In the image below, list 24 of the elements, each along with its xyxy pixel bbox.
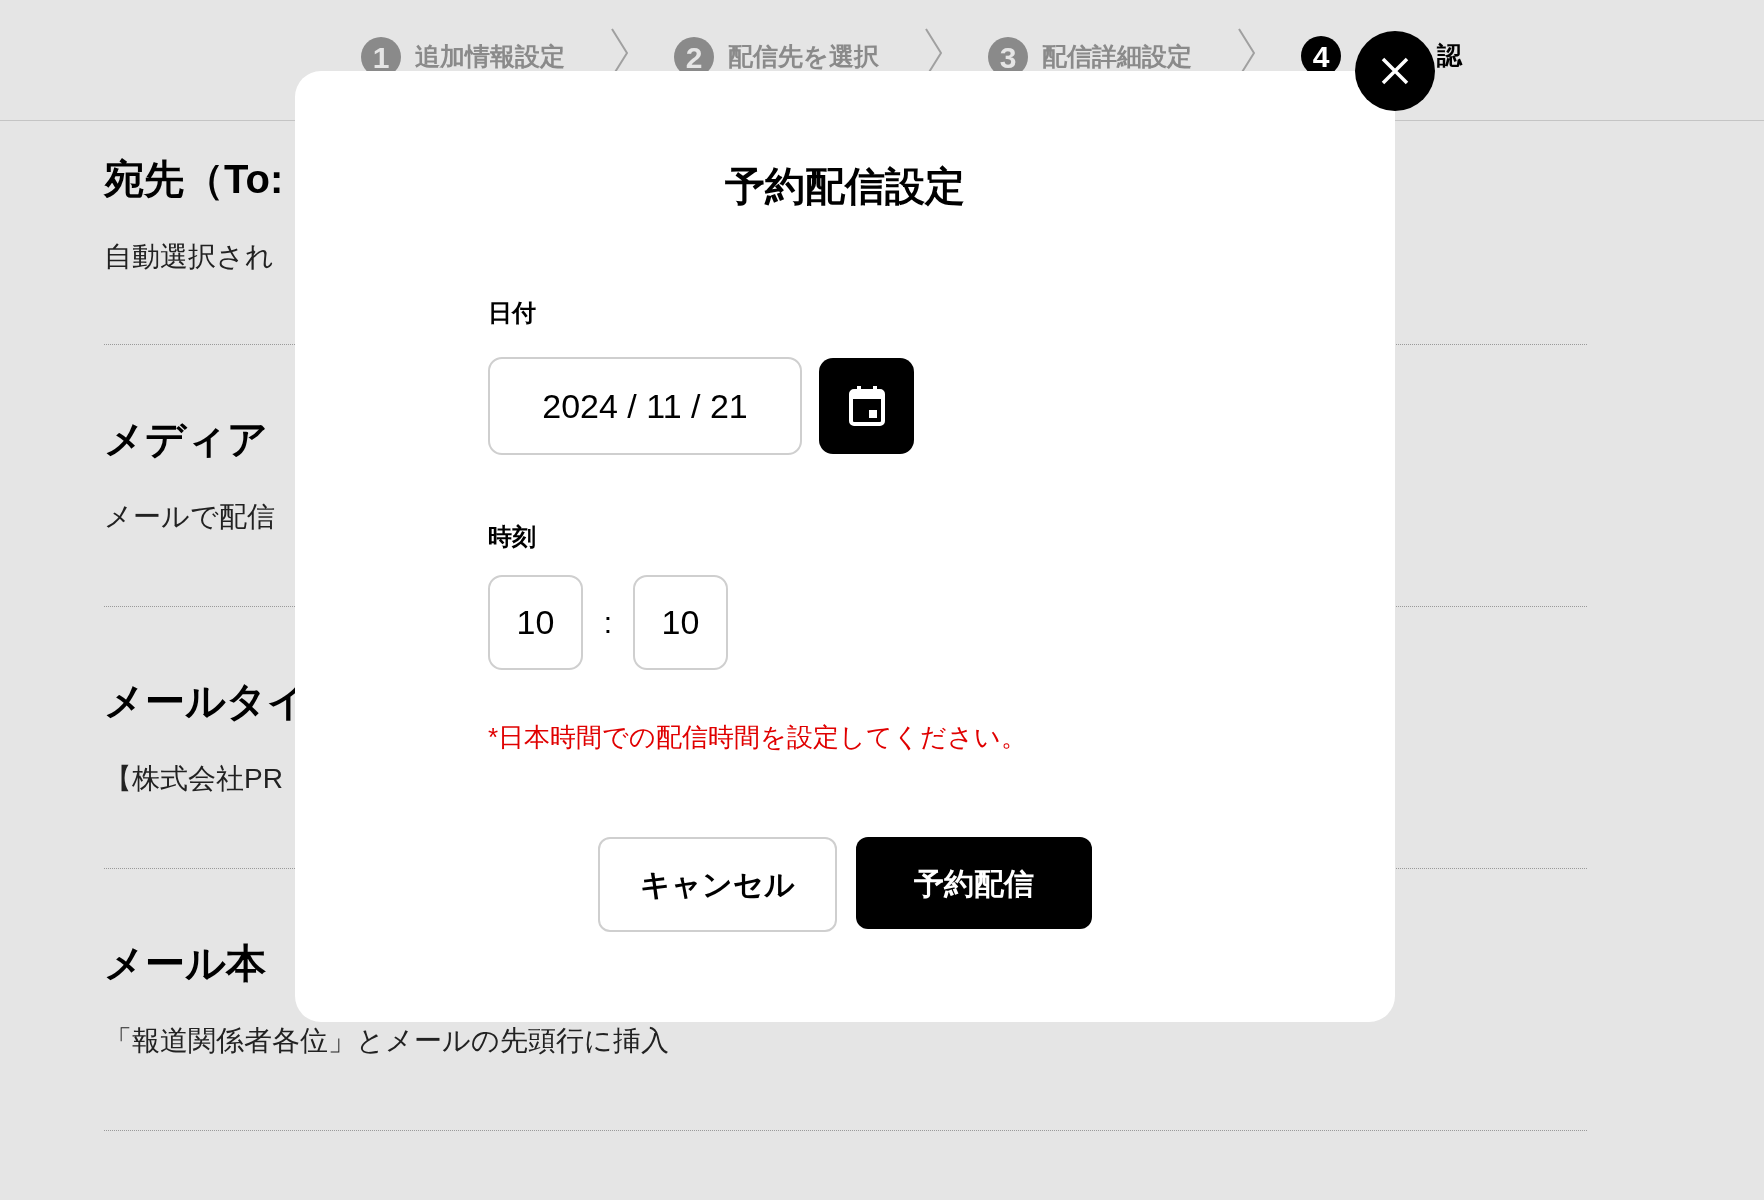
section-text: 「報道関係者各位」とメールの先頭行に挿入: [104, 1024, 669, 1058]
section-text: 自動選択され: [104, 240, 274, 274]
time-label: 時刻: [488, 522, 536, 552]
section-heading: メール本: [104, 940, 266, 987]
step-label: 認: [1437, 40, 1462, 72]
timezone-note: *日本時間での配信時間を設定してください。: [488, 721, 1028, 754]
date-field[interactable]: 2024 / 11 / 21: [488, 357, 802, 455]
section-text: メールで配信: [104, 500, 275, 534]
time-separator: :: [602, 605, 614, 641]
cancel-button[interactable]: キャンセル: [598, 837, 837, 932]
close-icon: [1381, 57, 1409, 85]
calendar-button[interactable]: [819, 358, 914, 454]
step-label: 配信詳細設定: [1042, 41, 1192, 73]
section-text: 【株式会社PR: [104, 762, 283, 796]
step-label: 配信先を選択: [728, 41, 879, 73]
date-label: 日付: [488, 298, 536, 328]
section-heading: メディア: [104, 416, 268, 463]
section-heading: 宛先（To:: [104, 156, 284, 203]
step-label: 追加情報設定: [415, 41, 565, 73]
minute-field[interactable]: 10: [633, 575, 728, 670]
modal-title: 予約配信設定: [725, 163, 965, 210]
calendar-icon: [847, 385, 886, 427]
hour-field[interactable]: 10: [488, 575, 583, 670]
schedule-button[interactable]: 予約配信: [856, 837, 1092, 929]
